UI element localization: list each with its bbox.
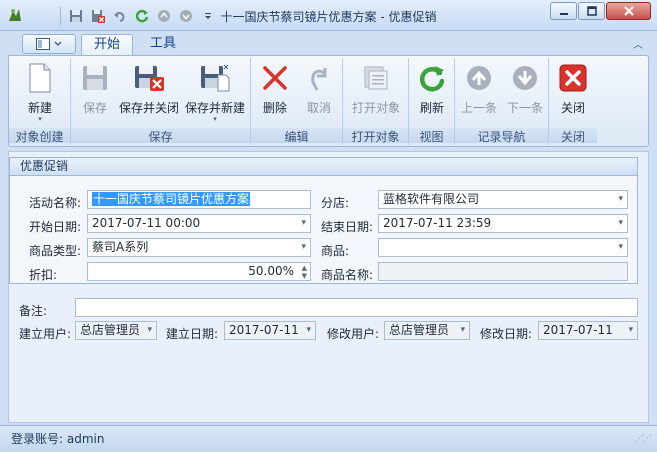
save-new-label: 保存并新建 [184, 101, 245, 115]
arrow-down-icon [509, 62, 541, 94]
close-button[interactable]: 关闭 [553, 62, 593, 116]
refresh-icon [416, 62, 448, 94]
start-date-label: 开始日期: [29, 220, 82, 234]
group-open-label: 打开对象 [343, 128, 408, 144]
app-menu-icon [36, 38, 50, 50]
modified-by-label: 修改用户: [327, 327, 380, 341]
modified-date-picker[interactable]: 2017-07-11 [538, 321, 638, 340]
product-name-field [378, 262, 628, 281]
open-object-label: 打开对象 [351, 101, 400, 115]
minimize-button[interactable] [550, 2, 577, 20]
created-date-picker[interactable]: 2017-07-11 [224, 321, 316, 340]
tab-tools[interactable]: 工具 [138, 34, 188, 56]
window-controls [550, 2, 651, 20]
app-menu-button[interactable] [22, 34, 76, 54]
group-view: 刷新 视图 [409, 58, 455, 145]
cancel-button[interactable]: 取消 [299, 62, 339, 116]
delete-label: 删除 [262, 101, 287, 115]
ribbon: 新建 ▾ 对象创建 保存 保存并关闭 保存并新建 ▾ 保存 删除 取消 编辑 打… [8, 55, 649, 147]
open-object-button[interactable]: 打开对象 [349, 62, 403, 116]
group-open: 打开对象 打开对象 [343, 58, 409, 145]
branch-select[interactable]: 蓝格软件有限公司 [378, 190, 628, 209]
group-create-label: 对象创建 [9, 128, 70, 144]
resize-grip-icon[interactable]: ⋰⋰ [635, 434, 652, 444]
save-new-button[interactable]: 保存并新建 ▾ [183, 62, 247, 123]
modified-date-label: 修改日期: [480, 327, 533, 341]
product-name-label: 商品名称: [321, 268, 374, 282]
ribbon-collapse-icon[interactable]: ︿ [633, 36, 643, 51]
group-view-label: 视图 [409, 128, 454, 144]
open-object-icon [360, 62, 392, 94]
ribbon-tab-row: 开始 工具 ︿ [8, 31, 649, 56]
remark-label: 备注: [19, 304, 48, 318]
save-close-icon [133, 62, 165, 94]
end-date-label: 结束日期: [321, 220, 374, 234]
login-status: 登录账号: admin [11, 432, 105, 446]
save-close-label: 保存并关闭 [118, 101, 179, 115]
group-navigation: 上一条 下一条 记录导航 [455, 58, 549, 145]
group-edit-label: 编辑 [251, 128, 342, 144]
activity-name-input[interactable]: 十一国庆节蔡司镜片优惠方案 [87, 190, 311, 209]
groupbox-title: 优惠促销 [10, 158, 637, 176]
group-close: 关闭 关闭 [549, 58, 597, 145]
close-label: 关闭 [560, 101, 585, 115]
tab-home[interactable]: 开始 [81, 34, 134, 56]
product-type-label: 商品类型: [29, 244, 82, 258]
group-save: 保存 保存并关闭 保存并新建 ▾ 保存 [71, 58, 251, 145]
status-bar: 登录账号: admin ⋰⋰ [0, 425, 657, 452]
chevron-down-icon [54, 41, 62, 46]
spinner-arrows-icon[interactable]: ▲ ▼ [302, 264, 307, 280]
new-button[interactable]: 新建 ▾ [17, 62, 63, 123]
product-select[interactable] [378, 238, 628, 257]
next-record-button[interactable]: 下一条 [503, 62, 547, 116]
undo-icon [303, 62, 335, 94]
save-close-button[interactable]: 保存并关闭 [117, 62, 181, 116]
new-label: 新建 [27, 101, 52, 115]
arrow-up-icon [463, 62, 495, 94]
activity-name-value: 十一国庆节蔡司镜片优惠方案 [92, 192, 251, 206]
modified-by-select[interactable]: 总店管理员 [384, 321, 470, 340]
start-date-picker[interactable]: 2017-07-11 00:00 [87, 214, 311, 233]
remark-input[interactable] [75, 298, 638, 317]
cancel-label: 取消 [306, 101, 331, 115]
discount-spinner[interactable]: 50.00% ▲ ▼ [87, 262, 311, 281]
new-dropdown-icon: ▾ [38, 115, 42, 123]
product-type-select[interactable]: 蔡司A系列 [87, 238, 311, 257]
created-by-select[interactable]: 总店管理员 [75, 321, 157, 340]
save-button[interactable]: 保存 [77, 62, 113, 116]
maximize-button[interactable] [578, 2, 605, 20]
delete-button[interactable]: 删除 [255, 62, 295, 116]
group-create: 新建 ▾ 对象创建 [9, 58, 71, 145]
branch-label: 分店: [321, 196, 350, 210]
close-window-button[interactable] [606, 2, 651, 20]
group-edit: 删除 取消 编辑 [251, 58, 343, 145]
new-document-icon [24, 62, 56, 94]
group-save-label: 保存 [71, 128, 250, 144]
created-date-label: 建立日期: [166, 327, 219, 341]
activity-name-label: 活动名称: [29, 196, 82, 210]
discount-value: 50.00% [248, 264, 294, 278]
end-date-picker[interactable]: 2017-07-11 23:59 [378, 214, 628, 233]
product-label: 商品: [321, 244, 350, 258]
discount-label: 折扣: [29, 268, 58, 282]
save-label: 保存 [82, 101, 107, 115]
next-record-label: 下一条 [506, 101, 543, 115]
refresh-label: 刷新 [419, 101, 444, 115]
save-new-dropdown-icon: ▾ [213, 115, 217, 123]
refresh-button[interactable]: 刷新 [413, 62, 451, 116]
prev-record-button[interactable]: 上一条 [457, 62, 501, 116]
prev-record-label: 上一条 [460, 101, 497, 115]
save-icon [79, 62, 111, 94]
close-icon [557, 62, 589, 94]
created-by-label: 建立用户: [19, 327, 72, 341]
title-bar: 十一国庆节蔡司镜片优惠方案 - 优惠促销 [0, 0, 657, 31]
delete-x-icon [259, 62, 291, 94]
group-close-label: 关闭 [549, 128, 597, 144]
group-navigation-label: 记录导航 [455, 128, 548, 144]
save-new-icon [199, 62, 231, 94]
